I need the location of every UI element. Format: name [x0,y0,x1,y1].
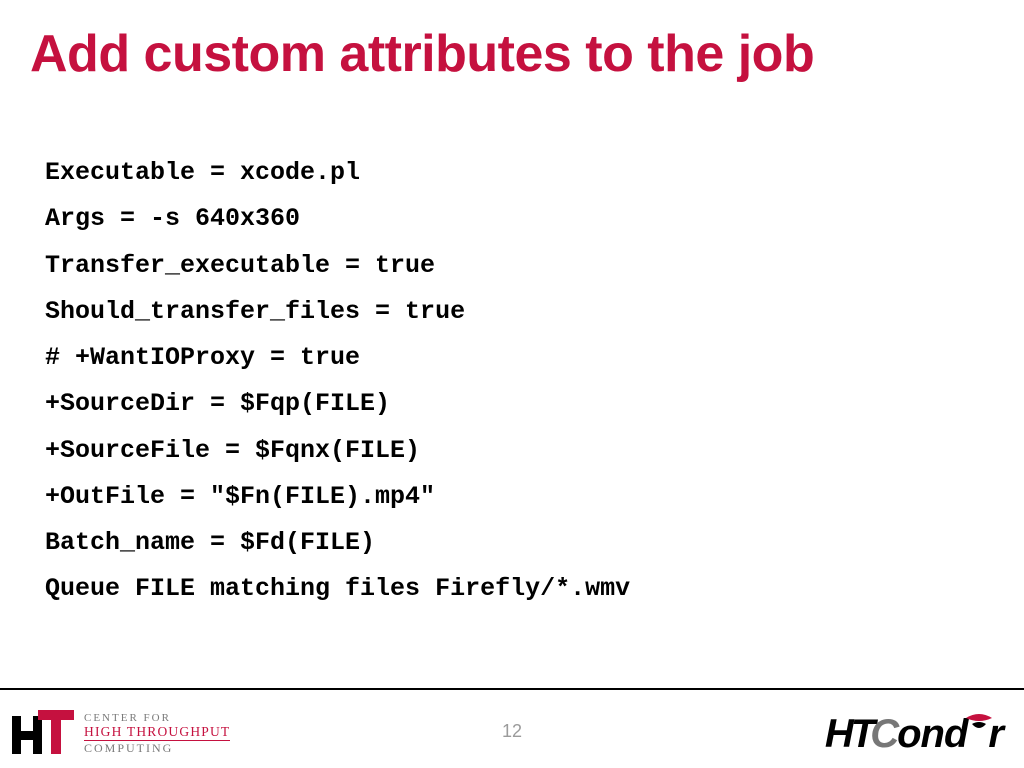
chtc-line2: HIGH THROUGHPUT [84,725,230,741]
bird-icon [964,716,994,750]
code-line: Transfer_executable = true [45,251,435,280]
code-line: Args = -s 640x360 [45,204,300,233]
htcondor-c: C [870,714,899,754]
code-line: +OutFile = "$Fn(FILE).mp4" [45,482,435,511]
code-line: Batch_name = $Fd(FILE) [45,528,375,557]
code-block: Executable = xcode.pl Args = -s 640x360 … [45,150,984,613]
htcondor-ht: HT [825,714,872,754]
htcondor-logo: HT C ond r [825,714,1004,754]
slide-title: Add custom attributes to the job [30,24,994,84]
chtc-line3: COMPUTING [84,742,230,755]
htcondor-ond: ond [897,714,967,754]
code-line: +SourceDir = $Fqp(FILE) [45,389,390,418]
code-line: Should_transfer_files = true [45,297,465,326]
slide-footer: CENTER FOR HIGH THROUGHPUT COMPUTING 12 … [0,690,1024,768]
code-line: # +WantIOProxy = true [45,343,360,372]
code-line: Queue FILE matching files Firefly/*.wmv [45,574,630,603]
code-line: Executable = xcode.pl [45,158,360,187]
slide: Add custom attributes to the job Executa… [0,0,1024,768]
page-number: 12 [502,721,522,742]
ht-mark-icon [12,710,74,758]
code-line: +SourceFile = $Fqnx(FILE) [45,436,420,465]
chtc-logo-text: CENTER FOR HIGH THROUGHPUT COMPUTING [84,713,230,754]
chtc-logo: CENTER FOR HIGH THROUGHPUT COMPUTING [12,710,230,758]
